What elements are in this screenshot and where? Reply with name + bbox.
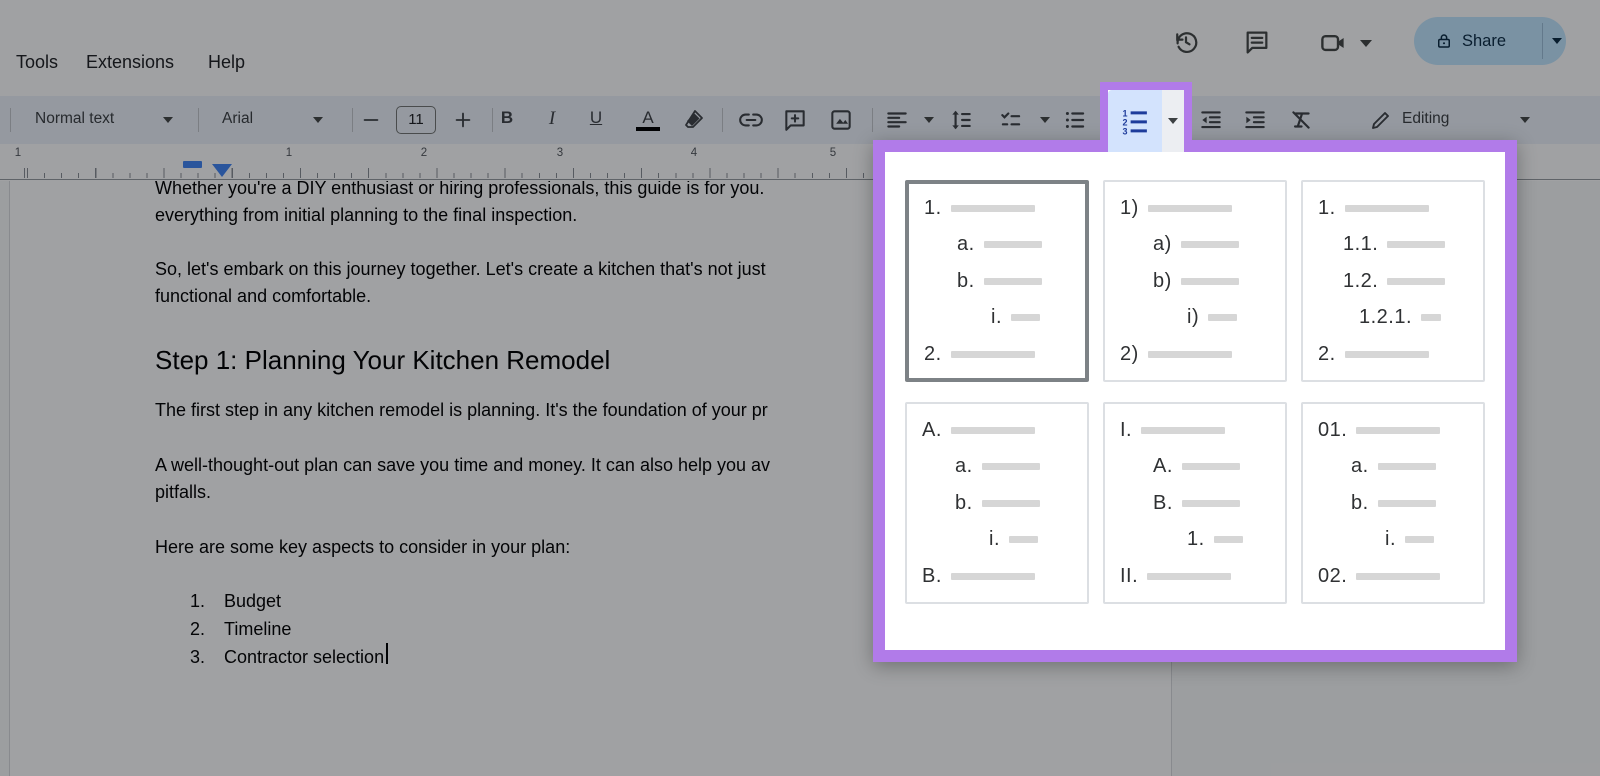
text-placeholder-bar bbox=[982, 500, 1040, 507]
list-marker: A. bbox=[922, 419, 942, 442]
list-style-option-paren-decimal-alpha[interactable]: 1) a) b) i) 2) bbox=[1103, 180, 1287, 382]
list-style-option-leading-zero[interactable]: 01. a. b. i. 02. bbox=[1301, 402, 1485, 604]
list-marker: b. bbox=[1351, 492, 1369, 515]
list-marker: B. bbox=[1153, 492, 1173, 515]
numbered-list-dropdown-button[interactable] bbox=[1162, 90, 1184, 152]
numbered-list-button-callout: 1 2 3 bbox=[1100, 82, 1192, 152]
text-placeholder-bar bbox=[1387, 241, 1445, 248]
list-marker: a. bbox=[957, 233, 975, 256]
list-marker: 1. bbox=[1187, 528, 1205, 551]
list-marker: A. bbox=[1153, 455, 1173, 478]
text-placeholder-bar bbox=[984, 278, 1042, 285]
text-placeholder-bar bbox=[1148, 351, 1232, 358]
numbered-list-caret-icon bbox=[1168, 118, 1178, 124]
text-placeholder-bar bbox=[1141, 427, 1225, 434]
text-placeholder-bar bbox=[1356, 573, 1440, 580]
text-placeholder-bar bbox=[951, 427, 1035, 434]
text-placeholder-bar bbox=[1345, 205, 1429, 212]
list-marker: 01. bbox=[1318, 419, 1347, 442]
text-placeholder-bar bbox=[1011, 314, 1040, 321]
text-placeholder-bar bbox=[1208, 314, 1237, 321]
text-placeholder-bar bbox=[982, 463, 1040, 470]
text-placeholder-bar bbox=[984, 241, 1042, 248]
list-marker: 1.2. bbox=[1343, 270, 1378, 293]
text-placeholder-bar bbox=[1378, 463, 1436, 470]
list-marker: 02. bbox=[1318, 565, 1347, 588]
list-marker: 1.1. bbox=[1343, 233, 1378, 256]
google-docs-window: Tools Extensions Help bbox=[0, 0, 1600, 776]
numbered-list-icon: 1 2 3 bbox=[1120, 106, 1150, 136]
list-style-option-decimal-alpha-roman[interactable]: 1. a. b. i. 2. bbox=[905, 180, 1089, 382]
list-marker: b. bbox=[955, 492, 973, 515]
text-placeholder-bar bbox=[1182, 463, 1240, 470]
list-marker: b. bbox=[957, 270, 975, 293]
list-marker: 1.2.1. bbox=[1359, 306, 1412, 329]
text-placeholder-bar bbox=[951, 205, 1035, 212]
list-marker: 1) bbox=[1120, 197, 1139, 220]
text-placeholder-bar bbox=[1356, 427, 1440, 434]
text-placeholder-bar bbox=[1181, 278, 1239, 285]
list-style-option-upper-roman[interactable]: I. A. B. 1. II. bbox=[1103, 402, 1287, 604]
list-marker: a. bbox=[955, 455, 973, 478]
list-marker: II. bbox=[1120, 565, 1138, 588]
text-placeholder-bar bbox=[1387, 278, 1445, 285]
list-marker: a. bbox=[1351, 455, 1369, 478]
text-placeholder-bar bbox=[1378, 500, 1436, 507]
text-placeholder-bar bbox=[1421, 314, 1441, 321]
text-placeholder-bar bbox=[1182, 500, 1240, 507]
list-marker: I. bbox=[1120, 419, 1132, 442]
list-marker: b) bbox=[1153, 270, 1172, 293]
list-marker: i. bbox=[989, 528, 1000, 551]
list-marker: 2. bbox=[924, 343, 942, 366]
text-placeholder-bar bbox=[1147, 573, 1231, 580]
list-style-option-upper-alpha[interactable]: A. a. b. i. B. bbox=[905, 402, 1089, 604]
text-placeholder-bar bbox=[1148, 205, 1232, 212]
list-marker: i. bbox=[991, 306, 1002, 329]
list-style-grid: 1. a. b. i. 2. 1) a) b) i) 2) 1. 1.1. 1.… bbox=[905, 180, 1485, 604]
list-marker: B. bbox=[922, 565, 942, 588]
svg-text:3: 3 bbox=[1123, 126, 1128, 136]
list-marker: 2. bbox=[1318, 343, 1336, 366]
list-marker: 1. bbox=[1318, 197, 1336, 220]
list-marker: 1. bbox=[924, 197, 942, 220]
list-marker: i. bbox=[1385, 528, 1396, 551]
text-placeholder-bar bbox=[1181, 241, 1239, 248]
list-marker: i) bbox=[1187, 306, 1199, 329]
text-placeholder-bar bbox=[1405, 536, 1434, 543]
text-placeholder-bar bbox=[951, 351, 1035, 358]
text-placeholder-bar bbox=[1214, 536, 1243, 543]
numbered-list-styles-panel: 1. a. b. i. 2. 1) a) b) i) 2) 1. 1.1. 1.… bbox=[873, 140, 1517, 662]
numbered-list-button[interactable]: 1 2 3 bbox=[1108, 90, 1162, 152]
text-placeholder-bar bbox=[951, 573, 1035, 580]
list-marker: 2) bbox=[1120, 343, 1139, 366]
list-style-option-multilevel-decimal[interactable]: 1. 1.1. 1.2. 1.2.1. 2. bbox=[1301, 180, 1485, 382]
text-placeholder-bar bbox=[1009, 536, 1038, 543]
text-placeholder-bar bbox=[1345, 351, 1429, 358]
list-marker: a) bbox=[1153, 233, 1172, 256]
